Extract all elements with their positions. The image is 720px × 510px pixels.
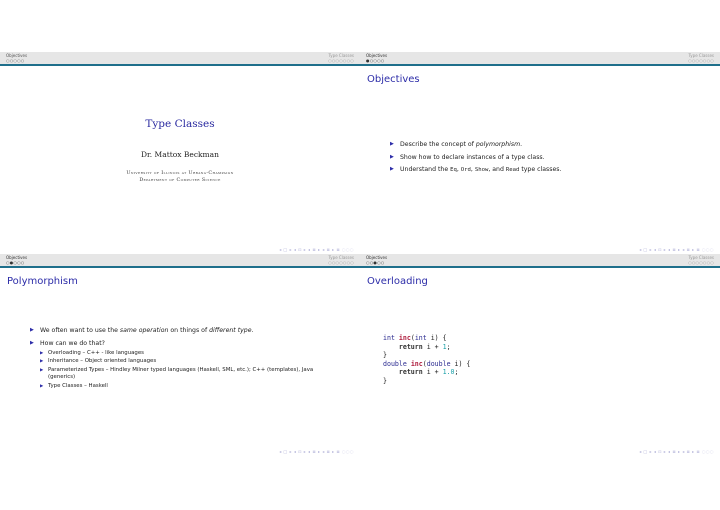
section-dots: ○○○○○○○ — [688, 58, 714, 63]
objectives-list: ▶ Describe the concept of polymorphism. … — [390, 140, 561, 179]
slide-header: Objectives ○○○○○ Type Classes ○○○○○○○ — [0, 52, 360, 64]
header-divider — [360, 266, 720, 268]
sub-list-item: ▶ Type Classes – Haskell — [40, 382, 108, 389]
header-section-type-classes[interactable]: Type Classes ○○○○○○○ — [688, 53, 714, 63]
author-name: Dr. Mattox Beckman — [141, 150, 219, 159]
header-divider — [0, 266, 360, 268]
bullet-triangle-icon: ▶ — [40, 383, 44, 389]
bullet-triangle-icon: ▶ — [390, 141, 394, 147]
section-dots: ○●○○○ — [6, 260, 25, 265]
list-item: ▶ How can we do that? ▶ Overloading – C++… — [30, 339, 340, 391]
header-section-objectives[interactable]: Objectives ●○○○○ — [366, 53, 387, 63]
navigation-controls[interactable]: ◂ □ ▸ ◂ ⊡ ▸ ◂ ≣ ▸ ◂ ≣ ▸ ≣ ◌◌◌ — [279, 247, 354, 252]
navigation-controls[interactable]: ◂ □ ▸ ◂ ⊡ ▸ ◂ ≣ ▸ ◂ ≣ ▸ ≣ ◌◌◌ — [639, 247, 714, 252]
header-section-type-classes[interactable]: Type Classes ○○○○○○○ — [688, 255, 714, 265]
navigation-controls[interactable]: ◂ □ ▸ ◂ ⊡ ▸ ◂ ≣ ▸ ◂ ≣ ▸ ≣ ◌◌◌ — [639, 449, 714, 454]
header-section-objectives[interactable]: Objectives ○●○○○ — [6, 255, 27, 265]
bullet-triangle-icon: ▶ — [30, 339, 34, 346]
frame-title: Objectives — [367, 74, 420, 85]
navigation-controls[interactable]: ◂ □ ▸ ◂ ⊡ ▸ ◂ ≣ ▸ ◂ ≣ ▸ ≣ ◌◌◌ — [279, 449, 354, 454]
slide-header: Objectives ●○○○○ Type Classes ○○○○○○○ — [360, 52, 720, 64]
section-dots: ○○●○○ — [366, 260, 385, 265]
slide-header: Objectives ○○●○○ Type Classes ○○○○○○○ — [360, 254, 720, 266]
bullet-triangle-icon: ▶ — [30, 327, 34, 333]
bullet-triangle-icon: ▶ — [40, 359, 44, 364]
section-dots: ○○○○○○○ — [688, 260, 714, 265]
section-dots: ○○○○○○○ — [328, 58, 354, 63]
bullet-triangle-icon: ▶ — [40, 367, 44, 373]
header-section-type-classes[interactable]: Type Classes ○○○○○○○ — [328, 255, 354, 265]
bullet-triangle-icon: ▶ — [390, 166, 394, 172]
list-item: ▶ Show how to declare instances of a typ… — [390, 153, 545, 161]
header-section-objectives[interactable]: Objectives ○○●○○ — [366, 255, 387, 265]
code-block: int inc(int i) { return i + 1; } double … — [383, 334, 471, 385]
sub-list: ▶ Overloading – C++ - like languages ▶ Inh… — [40, 350, 340, 391]
list-item: ▶ Understand the Eq, Ord, Show, and Read… — [390, 166, 562, 173]
bullet-triangle-icon: ▶ — [40, 350, 44, 356]
sub-list-item: ▶ Parameterized Types – Hindley Milner ty… — [40, 366, 314, 381]
header-section-type-classes[interactable]: Type Classes ○○○○○○○ — [328, 53, 354, 63]
frame-title: Overloading — [367, 276, 428, 287]
list-item: ▶ Describe the concept of polymorphism. — [390, 141, 523, 148]
institution-line-1: University of Illinois at Urbana-Champai… — [126, 171, 234, 176]
section-dots: ○○○○○ — [6, 58, 25, 63]
bullet-triangle-icon: ▶ — [390, 153, 394, 160]
slide-title: Objectives ○○○○○ Type Classes ○○○○○○○ Ty… — [0, 52, 360, 254]
section-dots: ○○○○○○○ — [328, 260, 354, 265]
frame-title: Polymorphism — [7, 276, 78, 287]
slide-header: Objectives ○●○○○ Type Classes ○○○○○○○ — [0, 254, 360, 266]
slide-polymorphism: Objectives ○●○○○ Type Classes ○○○○○○○ Po… — [0, 254, 360, 456]
header-divider — [0, 64, 360, 66]
section-dots: ●○○○○ — [366, 58, 385, 63]
sub-list-item: ▶ Overloading – C++ - like languages — [40, 349, 144, 356]
header-section-objectives[interactable]: Objectives ○○○○○ — [6, 53, 27, 63]
slide-objectives: Objectives ●○○○○ Type Classes ○○○○○○○ Ob… — [360, 52, 720, 254]
polymorphism-list: ▶ We often want to use the same operatio… — [30, 326, 340, 394]
list-item: ▶ We often want to use the same operatio… — [30, 327, 254, 334]
institution: University of Illinois at Urbana-Champai… — [0, 170, 360, 184]
presentation-title: Type Classes — [145, 118, 215, 130]
sub-list-item: ▶ Inheritance – Object oriented languages — [40, 358, 157, 364]
header-divider — [360, 64, 720, 66]
slide-overloading: Objectives ○○●○○ Type Classes ○○○○○○○ Ov… — [360, 254, 720, 456]
institution-line-2: Department of Computer Science — [139, 178, 221, 183]
